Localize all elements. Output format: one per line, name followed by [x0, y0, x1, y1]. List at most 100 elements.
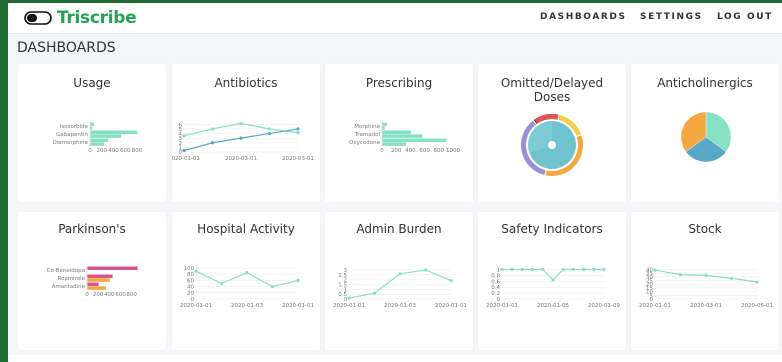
card-stock[interactable]: Stock 0 5 10 15 20 25 30 35 40 2020-01-01 2020-03-… — [631, 212, 779, 350]
x-tick-label: 0 — [88, 148, 92, 154]
y-tick-label: 80 — [187, 272, 194, 278]
data-point — [704, 273, 708, 277]
data-point — [347, 296, 351, 300]
data-point — [571, 267, 575, 272]
x-tick-label: 200 — [97, 148, 108, 154]
app-logo[interactable]: Triscribe — [24, 8, 137, 28]
data-point — [541, 267, 545, 272]
data-point — [423, 268, 428, 272]
card-antibiotics[interactable]: Antibiotics 01234562020-01-012020-03-012… — [172, 64, 320, 202]
data-point — [449, 278, 453, 283]
x-tick-label: 800 — [132, 148, 143, 154]
data-point — [210, 127, 215, 131]
prescribing-chart: 0 200 400 600 800 1000 Morphine Tramadol Oxycodo… — [349, 122, 460, 154]
data-point — [270, 285, 275, 289]
nav-logout[interactable]: LOG OUT — [717, 12, 773, 22]
x-tick-label: 2020-01-01 — [333, 303, 365, 309]
page-title: DASHBOARDS — [17, 40, 116, 56]
data-point — [239, 136, 243, 140]
bar — [87, 278, 110, 282]
card-safety-indicators[interactable]: Safety Indicators 0 0.2 0.4 0.6 0.8 1 2020-01-… — [478, 212, 626, 350]
data-point — [531, 267, 535, 272]
y-tick-label: 0.6 — [491, 279, 500, 285]
bar — [87, 282, 99, 286]
donut-hole — [548, 141, 556, 149]
data-point — [296, 278, 300, 282]
data-point — [510, 267, 514, 272]
category-label: Gabapentin — [56, 132, 89, 138]
y-tick-label: 40 — [187, 285, 194, 291]
antibiotics-chart: 01234562020-01-012020-03-012020-03-01 — [172, 121, 314, 162]
x-tick-label: 0 — [85, 292, 89, 298]
card-hospital-activity[interactable]: Hospital Activity 0 20 40 60 80 100 2020-01-01… — [172, 212, 320, 350]
data-point — [182, 149, 186, 153]
hospital-activity-chart: 0204060801002020-01-01 2020-01-03 2020-01-… — [180, 266, 314, 309]
card-admin-burden[interactable]: Admin Burden 0 0.5 1 1.5 2 2.5 3 2020-01-01 2020… — [325, 212, 473, 350]
category-label: Morphine — [354, 124, 380, 130]
x-tick-label: 2020-01-01 — [282, 303, 314, 309]
data-point — [678, 273, 683, 277]
data-point — [398, 272, 402, 276]
category-label: Oxycodone — [349, 140, 381, 146]
y-tick-label: 40 — [646, 267, 653, 273]
data-point — [267, 127, 272, 131]
data-point — [582, 267, 586, 272]
x-tick-label: 1000 — [446, 148, 460, 154]
card-parkinsons[interactable]: Parkinson's 0 200 400 600 800 Co-Beneldopa Rop… — [18, 212, 166, 350]
bar — [382, 130, 411, 134]
x-tick-label: 2020-05-01 — [741, 303, 773, 309]
x-tick-label: 2020-03-01 — [690, 303, 722, 309]
omitted-doses-chart — [521, 114, 583, 176]
x-tick-label: 2020-01-01 — [435, 303, 467, 309]
window-frame-left — [0, 0, 8, 362]
series-line — [183, 122, 299, 137]
bar — [87, 266, 138, 270]
y-tick-label: 60 — [187, 278, 194, 284]
card-usage[interactable]: Usage 0 200 400 600 800 Isosorbide Gabapentin D… — [18, 64, 166, 202]
category-label: Isosorbide — [60, 124, 89, 130]
x-tick-label: 600 — [115, 292, 126, 298]
x-tick-label: 2020-01-01 — [639, 303, 671, 309]
y-tick-label: 3 — [344, 268, 348, 274]
data-point — [296, 131, 300, 135]
anticholinergics-chart — [680, 111, 732, 163]
card-prescribing[interactable]: Prescribing 0 200 400 600 800 1000 Morphine Tra… — [325, 64, 473, 202]
x-tick-label: 400 — [104, 292, 115, 298]
data-point — [372, 291, 377, 295]
category-label: Amantadine — [52, 284, 86, 290]
data-point — [561, 267, 565, 272]
parkinsons-chart: 0 200 400 600 800 Co-Beneldopa Ropinirole Amant… — [47, 266, 138, 298]
data-point — [194, 269, 198, 273]
category-label: Diamorphine — [53, 140, 89, 146]
bar — [90, 122, 95, 126]
data-point — [210, 141, 215, 145]
x-tick-label: 2020-01-01 — [180, 303, 212, 309]
y-tick-label: 0.4 — [491, 285, 500, 291]
data-point — [592, 267, 596, 272]
bar — [382, 142, 406, 146]
nav-dashboards[interactable]: DASHBOARDS — [540, 12, 627, 22]
x-tick-label: 2020-01-03 — [384, 303, 416, 309]
x-tick-label: 600 — [419, 148, 430, 154]
category-label: Ropinirole — [58, 276, 86, 282]
bar — [382, 134, 423, 138]
nav-settings[interactable]: SETTINGS — [640, 12, 703, 22]
bar — [90, 138, 109, 142]
top-navigation-bar: Triscribe DASHBOARDS SETTINGS LOG OUT — [8, 3, 782, 34]
card-omitted-delayed-doses[interactable]: Omitted/Delayed Doses — [478, 64, 626, 202]
x-tick-label: 2020-01-05 — [537, 303, 569, 309]
category-label: Co-Beneldopa — [47, 268, 85, 274]
app-name: Triscribe — [57, 8, 137, 28]
y-tick-label: 0.8 — [491, 273, 500, 279]
data-point — [551, 278, 555, 282]
stock-chart: 05101520253035402020-01-01 2020-03-01 2020… — [639, 267, 773, 309]
data-point — [520, 267, 524, 272]
data-point — [653, 268, 657, 272]
y-tick-label: 20 — [187, 291, 194, 297]
x-tick-label: 800 — [434, 148, 445, 154]
bar — [382, 122, 387, 126]
data-point — [267, 131, 272, 136]
y-tick-label: 1 — [497, 267, 501, 273]
x-tick-label: 2020-03-01 — [225, 156, 257, 162]
card-anticholinergics[interactable]: Anticholinergics — [631, 64, 779, 202]
